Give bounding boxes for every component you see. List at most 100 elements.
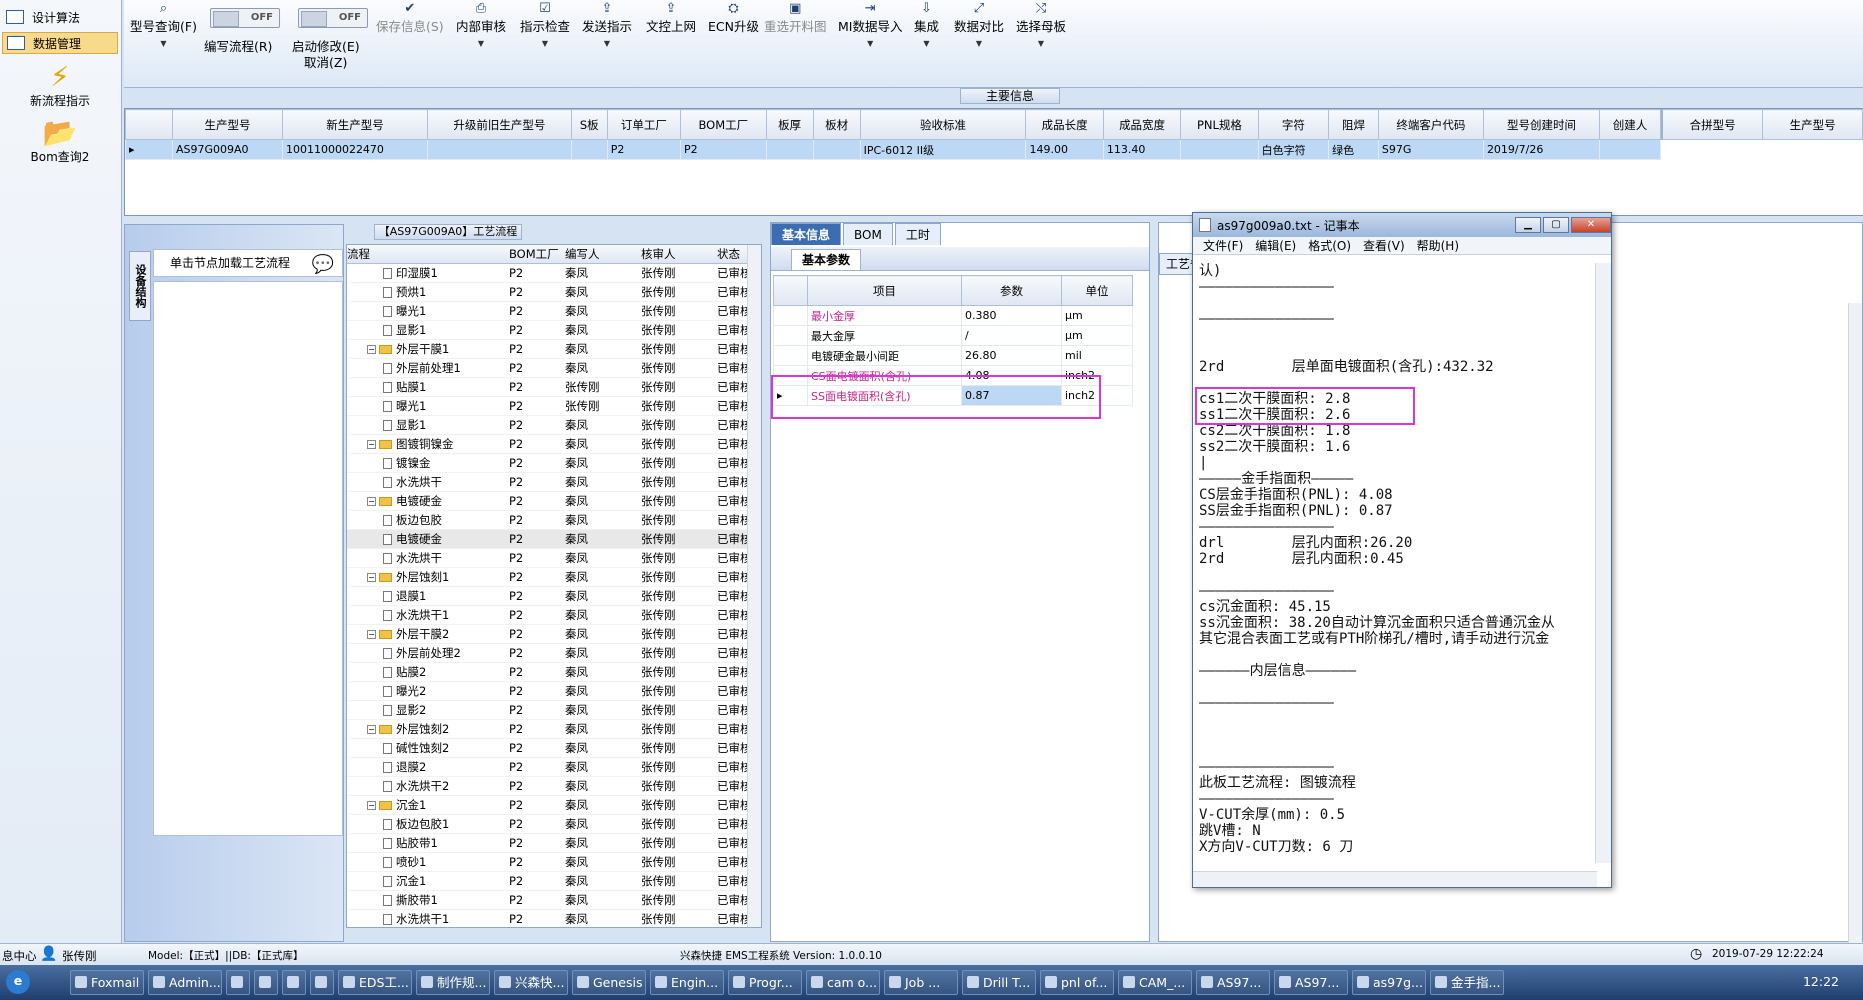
flow-row[interactable]: − 外层干膜2 P2 秦凤 张传刚 已审核 xyxy=(347,625,761,644)
taskbar-item[interactable] xyxy=(282,970,306,995)
main-cell[interactable] xyxy=(765,139,814,160)
main-cell[interactable]: P2 xyxy=(679,139,767,160)
main-col-header[interactable]: 生产型号 xyxy=(171,109,283,140)
integrate-button[interactable]: ⇩ 集成 ▼ xyxy=(914,2,939,49)
main-col-header[interactable]: 板厚 xyxy=(765,109,814,140)
main-col-header[interactable]: 升级前旧生产型号 xyxy=(427,109,572,140)
flow-row[interactable]: 板边包胶 P2 秦凤 张传刚 已审核 xyxy=(347,511,761,530)
menu-view[interactable]: 查看(V) xyxy=(1363,237,1405,254)
main-col-header[interactable]: BOM工厂 xyxy=(679,109,767,140)
nav-item-design-algorithm[interactable]: 设计算法 xyxy=(2,6,118,28)
param-value[interactable]: 0.380 xyxy=(961,305,1062,326)
menu-edit[interactable]: 编辑(E) xyxy=(1255,237,1296,254)
taskbar-item[interactable]: Drill T... xyxy=(962,970,1036,995)
enable-modify-toggle[interactable]: OFF xyxy=(298,8,368,28)
flow-row[interactable]: 曝光1 P2 张传刚 张传刚 已审核 xyxy=(347,397,761,416)
flow-row[interactable]: 外层前处理1 P2 秦凤 张传刚 已审核 xyxy=(347,359,761,378)
main-cell[interactable]: 2019/7/26 xyxy=(1482,139,1601,160)
subtab-basic-params[interactable]: 基本参数 xyxy=(791,249,862,271)
flow-row[interactable]: 喷砂1 P2 秦凤 张传刚 已审核 xyxy=(347,853,761,872)
menu-format[interactable]: 格式(O) xyxy=(1308,237,1351,254)
main-cell[interactable]: S97G xyxy=(1377,139,1484,160)
collapse-toggle-icon[interactable]: − xyxy=(367,801,376,810)
bom-query-button[interactable]: 📂 Bom查询2 xyxy=(10,118,110,165)
flow-row[interactable]: 外层前处理2 P2 秦凤 张传刚 已审核 xyxy=(347,644,761,663)
write-flow-toggle[interactable]: OFF xyxy=(210,8,280,28)
flow-row[interactable]: − 外层干膜1 P2 秦凤 张传刚 已审核 xyxy=(347,340,761,359)
flow-row[interactable]: 退膜1 P2 秦凤 张传刚 已审核 xyxy=(347,587,761,606)
param-item[interactable]: 最大金厚 xyxy=(807,325,962,346)
taskbar-item[interactable] xyxy=(254,970,278,995)
mi-data-import-button[interactable]: ⇥ MI数据导入 ▼ xyxy=(838,2,902,49)
param-unit[interactable]: μm xyxy=(1061,305,1133,326)
main-cell[interactable] xyxy=(1180,139,1259,160)
collapse-toggle-icon[interactable]: − xyxy=(367,345,376,354)
main-cell[interactable]: 白色字符 xyxy=(1257,139,1330,160)
process-flow-tree[interactable]: 流程 BOM工厂 编写人 核审人 状态 印湿膜1 P2 秦凤 张传刚 已审核 预烘1 P2 秦凤 张传刚… xyxy=(346,244,762,928)
notes-vertical-scrollbar[interactable] xyxy=(1848,303,1862,943)
flow-row[interactable]: 曝光1 P2 秦凤 张传刚 已审核 xyxy=(347,302,761,321)
collapse-toggle-icon[interactable]: − xyxy=(367,630,376,639)
tab-basic-info[interactable]: 基本信息 xyxy=(771,223,842,245)
main-col-header[interactable]: S板 xyxy=(570,109,608,140)
taskbar-item[interactable]: Progr... xyxy=(728,970,802,995)
main-col-header[interactable]: 创建人 xyxy=(1599,109,1661,140)
main-col-header[interactable]: 订单工厂 xyxy=(606,109,681,140)
maximize-button[interactable]: ▢ xyxy=(1543,217,1569,233)
taskbar-item[interactable]: as97g... xyxy=(1352,970,1426,995)
flow-row[interactable]: − 外层蚀刻2 P2 秦凤 张传刚 已审核 xyxy=(347,720,761,739)
main-cell[interactable] xyxy=(1599,139,1661,160)
param-value-header[interactable]: 参数 xyxy=(961,275,1062,306)
data-compare-button[interactable]: ⤢ 数据对比 ▼ xyxy=(954,2,1004,49)
flow-row[interactable]: 显影1 P2 秦凤 张传刚 已审核 xyxy=(347,416,761,435)
ecn-upgrade-button[interactable]: ⛭ ECN升级 xyxy=(708,2,759,35)
param-row[interactable]: 最大金厚 / μm xyxy=(773,325,1133,346)
flow-vertical-scrollbar[interactable] xyxy=(747,245,761,927)
param-item-header[interactable]: 项目 xyxy=(807,275,962,306)
notepad-horizontal-scrollbar[interactable] xyxy=(1193,871,1597,887)
flow-row[interactable]: 镀镍金 P2 秦凤 张传刚 已审核 xyxy=(347,454,761,473)
flow-row[interactable]: 沉金1 P2 秦凤 张传刚 已审核 xyxy=(347,872,761,891)
merge-model-header[interactable]: 合拼型号 xyxy=(1661,109,1764,140)
param-unit[interactable]: mil xyxy=(1061,345,1133,366)
main-cell[interactable]: 绿色 xyxy=(1328,139,1379,160)
menu-file[interactable]: 文件(F) xyxy=(1203,237,1243,254)
main-col-header[interactable]: 型号创建时间 xyxy=(1482,109,1601,140)
ie-icon[interactable]: e xyxy=(6,970,30,994)
flow-row[interactable]: 电镀硬金 P2 秦凤 张传刚 已审核 xyxy=(347,530,761,549)
flow-row[interactable]: 贴胶带1 P2 秦凤 张传刚 已审核 xyxy=(347,834,761,853)
taskbar-item[interactable]: Admin... xyxy=(148,970,222,995)
main-col-header[interactable]: 成品长度 xyxy=(1025,109,1104,140)
param-unit-header[interactable]: 单位 xyxy=(1061,275,1133,306)
save-info-button[interactable]: ✔ 保存信息(S) xyxy=(376,2,444,35)
main-col-header[interactable]: 验收标准 xyxy=(859,109,1027,140)
flow-row[interactable]: 贴膜2 P2 秦凤 张传刚 已审核 xyxy=(347,663,761,682)
taskbar-item[interactable] xyxy=(310,970,334,995)
main-col-header[interactable]: 字符 xyxy=(1257,109,1330,140)
node-tree-area[interactable] xyxy=(153,281,343,836)
nav-item-data-management[interactable]: 数据管理 xyxy=(2,32,118,54)
flow-row[interactable]: 水洗烘干1 P2 秦凤 张传刚 已审核 xyxy=(347,910,761,927)
flow-row[interactable]: − 电镀硬金 P2 秦凤 张传刚 已审核 xyxy=(347,492,761,511)
taskbar-item[interactable]: Engin... xyxy=(650,970,724,995)
notepad-text-area[interactable]: 认) ———————————————— ———————————————— 2rd 层单… xyxy=(1199,263,1589,859)
taskbar-item[interactable]: pnl of... xyxy=(1040,970,1114,995)
taskbar-item[interactable]: Genesis xyxy=(572,970,646,995)
flow-row[interactable]: 水洗烘干 P2 秦凤 张传刚 已审核 xyxy=(347,549,761,568)
flow-row[interactable]: − 图镀铜镍金 P2 秦凤 张传刚 已审核 xyxy=(347,435,761,454)
param-value[interactable]: / xyxy=(961,325,1062,346)
main-col-header[interactable]: 成品宽度 xyxy=(1102,109,1182,140)
taskbar-item[interactable]: AS97... xyxy=(1196,970,1270,995)
collapse-toggle-icon[interactable]: − xyxy=(367,573,376,582)
send-indicator-button[interactable]: ⇪ 发送指示 ▼ xyxy=(582,2,632,49)
load-flow-caption[interactable]: 单击节点加载工艺流程 💬 xyxy=(153,249,343,277)
main-cell[interactable]: P2 xyxy=(606,139,681,160)
param-item[interactable]: 电镀硬金最小间距 xyxy=(807,345,962,366)
flow-row[interactable]: 显影1 P2 秦凤 张传刚 已审核 xyxy=(347,321,761,340)
main-cell[interactable]: AS97G009A0 xyxy=(171,139,283,160)
flow-row[interactable]: 水洗烘干1 P2 秦凤 张传刚 已审核 xyxy=(347,606,761,625)
flow-row[interactable]: 水洗烘干2 P2 秦凤 张传刚 已审核 xyxy=(347,777,761,796)
param-item[interactable]: 最小金厚 xyxy=(807,305,962,326)
main-col-header[interactable]: 终端客户代码 xyxy=(1377,109,1484,140)
collapse-toggle-icon[interactable]: − xyxy=(367,497,376,506)
